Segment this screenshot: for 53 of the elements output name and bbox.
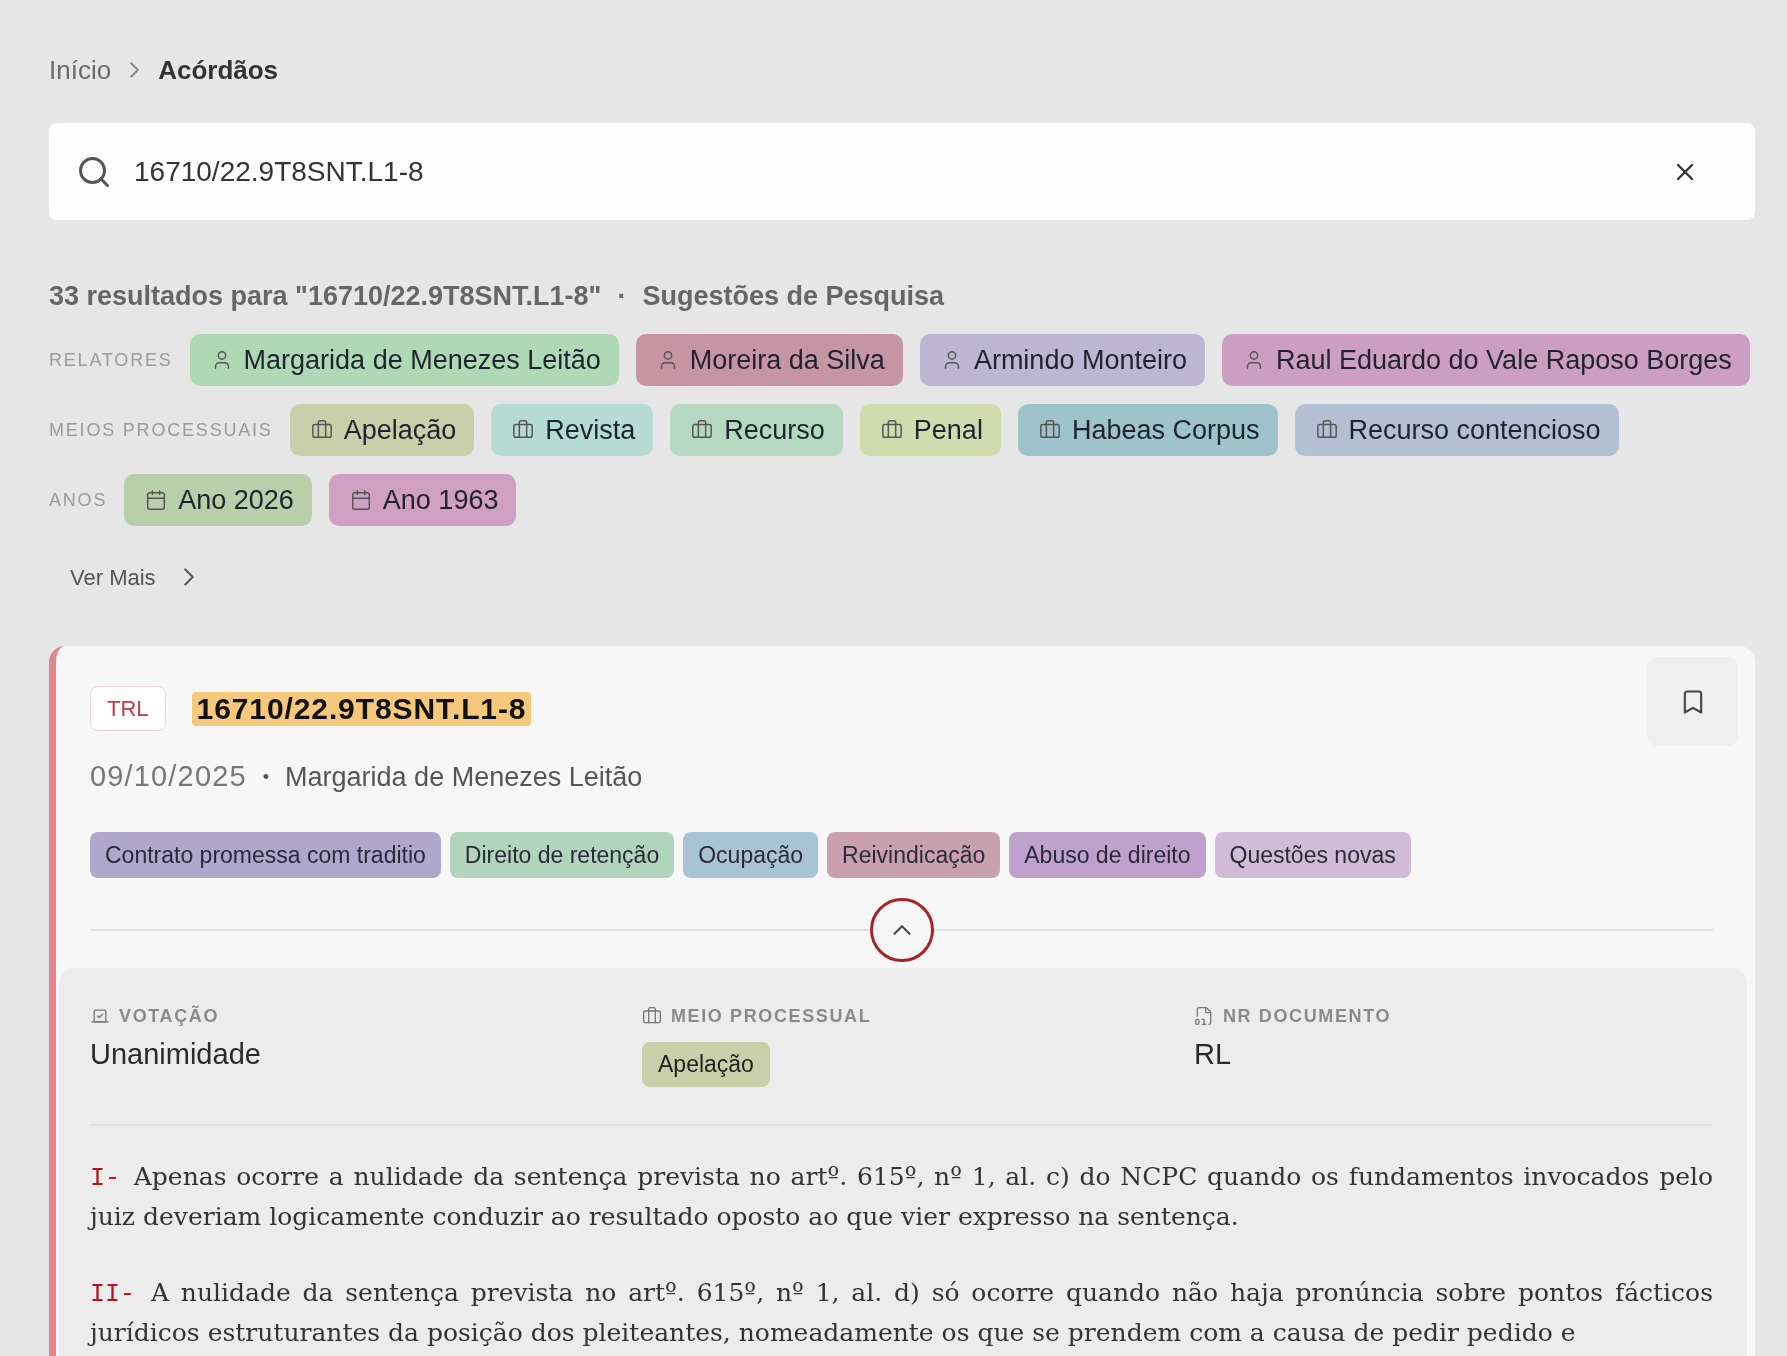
filter-group-label: MEIOS PROCESSUAIS xyxy=(49,418,273,442)
subject-tag[interactable]: Contrato promessa com traditio xyxy=(90,832,441,878)
calendar-icon xyxy=(145,489,168,511)
relator-name: Margarida de Menezes Leitão xyxy=(285,760,643,794)
subject-tag[interactable]: Reivindicação xyxy=(827,832,1001,878)
chevron-right-icon xyxy=(130,62,140,78)
search-field[interactable]: 16710/22.9T8SNT.L1-8 xyxy=(49,123,1755,220)
subject-tag[interactable]: Ocupação xyxy=(683,832,819,878)
briefcase-icon xyxy=(1315,419,1338,441)
suggestions-heading: Sugestões de Pesquisa xyxy=(642,279,944,313)
field-value: RL xyxy=(1194,1037,1232,1071)
filter-chip[interactable]: Ano 1963 xyxy=(328,474,517,526)
briefcase-icon xyxy=(310,419,333,441)
filter-chip[interactable]: Moreira da Silva xyxy=(635,334,903,386)
chevron-up-icon xyxy=(892,925,911,935)
calendar-icon xyxy=(349,489,372,511)
procedure-tag: Apelação xyxy=(642,1042,770,1087)
filter-chip[interactable]: Recurso contencioso xyxy=(1294,404,1619,456)
filter-chip[interactable]: Margarida de Menezes Leitão xyxy=(189,334,619,386)
process-number: 16710/22.9T8SNT.L1-8 xyxy=(191,691,532,726)
breadcrumb-link[interactable]: Início xyxy=(49,50,112,90)
briefcase-icon xyxy=(691,419,714,441)
filter-group-label: ANOS xyxy=(49,488,108,512)
see-more-link[interactable]: Ver Mais xyxy=(70,555,194,599)
chevron-right-icon xyxy=(183,568,194,586)
court-tag: TRL xyxy=(90,686,166,731)
file-digits-icon xyxy=(1194,1006,1214,1026)
bullet-separator: · xyxy=(617,279,627,313)
briefcase-icon xyxy=(880,419,903,441)
field-label: NR DOCUMENTO xyxy=(1223,1004,1392,1028)
field-label: MEIO PROCESSUAL xyxy=(671,1004,872,1028)
briefcase-icon xyxy=(642,1006,662,1026)
subject-tag[interactable]: Direito de retenção xyxy=(449,832,675,878)
filter-chip[interactable]: Penal xyxy=(859,404,1001,456)
breadcrumb-current: Acórdãos xyxy=(158,53,279,87)
briefcase-icon xyxy=(512,419,535,441)
filter-chip[interactable]: Ano 2026 xyxy=(124,474,312,526)
field-value: Unanimidade xyxy=(90,1037,261,1071)
decision-date: 09/10/2025 xyxy=(90,759,247,795)
filter-chip[interactable]: Recurso xyxy=(670,404,843,456)
subject-tag[interactable]: Questões novas xyxy=(1214,832,1411,878)
filter-chip[interactable]: Raul Eduardo do Vale Raposo Borges xyxy=(1221,334,1750,386)
bullet-separator: • xyxy=(262,765,270,789)
filter-chip[interactable]: Apelação xyxy=(289,404,475,456)
filter-group-label: RELATORES xyxy=(49,348,173,372)
filter-chip[interactable]: Habeas Corpus xyxy=(1017,404,1278,456)
search-input[interactable]: 16710/22.9T8SNT.L1-8 xyxy=(134,150,1671,193)
field-label: VOTAÇÃO xyxy=(119,1004,219,1028)
briefcase-icon xyxy=(1038,419,1061,441)
subject-tag[interactable]: Abuso de direito xyxy=(1009,832,1206,878)
filter-chip[interactable]: Revista xyxy=(491,404,654,456)
filter-chip[interactable]: Armindo Monteiro xyxy=(919,334,1205,386)
results-summary: 33 resultados para "16710/22.9T8SNT.L1-8" xyxy=(49,279,602,313)
